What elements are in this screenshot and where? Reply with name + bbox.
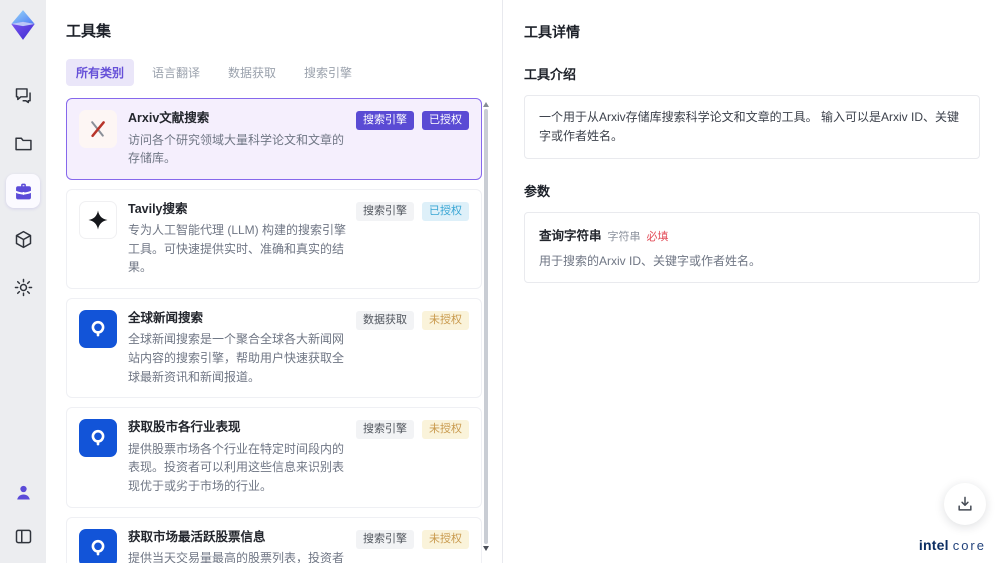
intro-box: 一个用于从Arxiv存储库搜索科学论文和文章的工具。 输入可以是Arxiv ID… — [524, 95, 980, 160]
tool-list: Arxiv文献搜索 访问各个研究领域大量科学论文和文章的存储库。 搜索引擎 已授… — [66, 98, 489, 563]
tab-translation[interactable]: 语言翻译 — [142, 59, 210, 86]
auth-badge: 未授权 — [422, 310, 469, 330]
tool-title: 全球新闻搜索 — [128, 310, 204, 325]
panel-toggle-icon — [15, 529, 31, 543]
diamond-logo-icon — [11, 10, 35, 40]
tool-card-global-news[interactable]: 全球新闻搜索 全球新闻搜索是一个聚合全球各大新闻网站内容的搜索引擎，帮助用户快速… — [66, 297, 482, 399]
arxiv-x-icon — [79, 110, 117, 148]
list-scrollbar[interactable] — [483, 102, 489, 555]
tool-title: 获取市场最活跃股票信息 — [128, 529, 266, 544]
sidebar-bottom — [6, 475, 40, 553]
tools-panel: 工具集 所有类别 语言翻译 数据获取 搜索引擎 Arxiv文献搜索 访问各个研究… — [46, 0, 503, 563]
sidebar-item-packages[interactable] — [6, 222, 40, 256]
tab-search-engine[interactable]: 搜索引擎 — [294, 59, 362, 86]
category-badge: 数据获取 — [356, 310, 414, 330]
sidebar-item-chat[interactable] — [6, 78, 40, 112]
auth-badge: 已授权 — [422, 201, 469, 221]
auth-badge: 未授权 — [422, 529, 469, 549]
app-logo[interactable] — [6, 8, 40, 42]
param-description: 用于搜索的Arxiv ID、关键字或作者姓名。 — [539, 254, 762, 269]
intel-wordmark: intel — [918, 537, 949, 553]
gear-icon — [14, 278, 32, 296]
param-box: 查询字符串 字符串 必填 用于搜索的Arxiv ID、关键字或作者姓名。 — [524, 212, 980, 284]
tab-all-categories[interactable]: 所有类别 — [66, 59, 135, 86]
category-badge: 搜索引擎 — [356, 111, 414, 130]
category-badge: 搜索引擎 — [356, 529, 414, 549]
user-icon — [16, 485, 30, 499]
params-heading: 参数 — [524, 184, 551, 200]
category-tabs: 所有类别 语言翻译 数据获取 搜索引擎 — [66, 59, 482, 86]
cube-icon — [15, 230, 31, 248]
blue-q-icon — [79, 419, 117, 458]
download-button[interactable] — [944, 483, 986, 525]
tool-detail-panel: 工具详情 工具介绍 一个用于从Arxiv存储库搜索科学论文和文章的工具。 输入可… — [504, 0, 1000, 563]
briefcase-icon — [15, 183, 31, 199]
param-type: 字符串 — [607, 231, 641, 244]
sidebar-item-panel-toggle[interactable] — [6, 519, 40, 553]
tool-description: 提供股票市场各个行业在特定时间段内的表现。投资者可以利用这些信息来识别表现优于或… — [128, 441, 345, 493]
sidebar-rail — [0, 0, 46, 563]
tool-title: 获取股市各行业表现 — [128, 420, 241, 435]
detail-title: 工具详情 — [524, 24, 580, 40]
scrollbar-thumb[interactable] — [484, 109, 488, 544]
sidebar-item-settings[interactable] — [6, 270, 40, 304]
tool-card-sector-performance[interactable]: 获取股市各行业表现 提供股票市场各个行业在特定时间段内的表现。投资者可以利用这些… — [66, 407, 482, 508]
folder-icon — [14, 137, 32, 150]
tool-description: 访问各个研究领域大量科学论文和文章的存储库。 — [128, 132, 345, 166]
auth-badge: 未授权 — [422, 420, 469, 440]
sidebar-item-toolbox[interactable] — [6, 174, 40, 208]
scroll-up-arrow[interactable] — [483, 102, 489, 107]
category-badge: 搜索引擎 — [356, 420, 414, 440]
tool-description: 全球新闻搜索是一个聚合全球各大新闻网站内容的搜索引擎，帮助用户快速获取全球最新资… — [128, 332, 345, 384]
download-icon — [958, 496, 972, 511]
core-wordmark: core — [952, 538, 986, 553]
tool-description: 提供当天交易量最高的股票列表，投资者可以利用这些信息来识别流动性强的股票和潜在的… — [128, 551, 345, 563]
intro-heading: 工具介绍 — [524, 67, 577, 82]
tool-description: 专为人工智能代理 (LLM) 构建的搜索引擎工具。可快速提供实时、准确和真实的结… — [128, 223, 347, 275]
chat-icon — [15, 87, 31, 103]
tool-card-arxiv[interactable]: Arxiv文献搜索 访问各个研究领域大量科学论文和文章的存储库。 搜索引擎 已授… — [66, 98, 482, 180]
app-window: 工具集 所有类别 语言翻译 数据获取 搜索引擎 Arxiv文献搜索 访问各个研究… — [0, 0, 1000, 563]
category-badge: 搜索引擎 — [356, 201, 414, 221]
tab-data-fetch[interactable]: 数据获取 — [218, 59, 286, 86]
scroll-down-arrow[interactable] — [483, 546, 489, 551]
param-name: 查询字符串 — [539, 229, 602, 244]
tool-title: Arxiv文献搜索 — [128, 111, 210, 125]
sidebar-item-files[interactable] — [6, 126, 40, 160]
tool-card-tavily[interactable]: Tavily搜索 专为人工智能代理 (LLM) 构建的搜索引擎工具。可快速提供实… — [66, 188, 482, 289]
tavily-star-icon — [79, 200, 117, 239]
blue-q-icon — [79, 309, 117, 348]
blue-q-icon — [79, 528, 117, 563]
sidebar-item-user[interactable] — [6, 475, 40, 509]
param-required-badge: 必填 — [646, 231, 669, 244]
intel-core-logo: intel core — [919, 537, 986, 553]
sidebar-nav — [6, 78, 40, 304]
tool-card-active-stocks[interactable]: 获取市场最活跃股票信息 提供当天交易量最高的股票列表，投资者可以利用这些信息来识… — [66, 516, 482, 563]
page-title: 工具集 — [66, 23, 112, 40]
tool-title: Tavily搜索 — [128, 201, 188, 216]
auth-badge: 已授权 — [422, 111, 469, 130]
